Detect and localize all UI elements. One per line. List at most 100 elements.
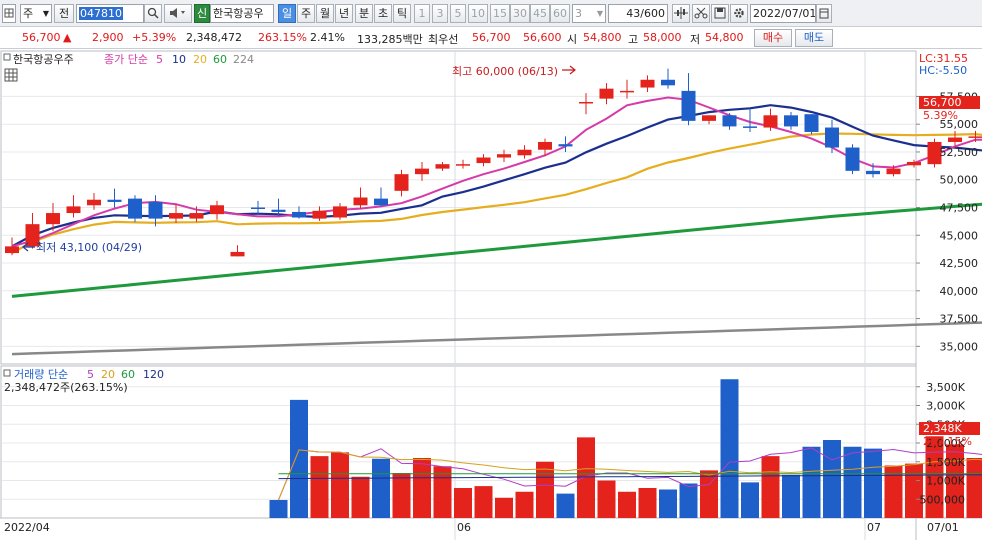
save-icon[interactable] (711, 4, 729, 23)
period-day-button[interactable]: 일 (278, 4, 296, 23)
grid-icon[interactable] (2, 4, 16, 23)
price-tick-label: 50,000 (940, 174, 979, 187)
candle-body (292, 211, 306, 218)
scissors-icon[interactable] (692, 4, 710, 23)
date-tick-label: 06 (457, 521, 471, 534)
price-change: 2,900 (92, 31, 124, 44)
low-label: 저 (690, 33, 701, 46)
stock-code-input[interactable]: 047810 (76, 4, 144, 23)
volume-bar (351, 476, 370, 518)
sell-button[interactable]: 매도 (795, 29, 833, 47)
period-second-button[interactable]: 초 (374, 4, 392, 23)
panel-menu-icon[interactable] (3, 53, 11, 61)
candle-body (230, 251, 245, 257)
stock-code-value: 047810 (79, 7, 123, 20)
interval-1-button[interactable]: 1 (414, 4, 430, 23)
date-field[interactable]: 2022/07/01 (750, 4, 816, 23)
count-field[interactable]: 43/600 (608, 4, 668, 23)
prev-button[interactable]: 전 (54, 4, 74, 23)
chart-toolbar: 주 ▼ 전 047810 신 한국항공우 일 주 월 년 분 초 틱 1 3 5 … (0, 0, 982, 27)
volume-bar (679, 483, 698, 518)
candle-body (702, 115, 716, 121)
volume-pct-tag: 263.15% (923, 435, 972, 448)
crosshair-icon[interactable] (672, 4, 690, 23)
interval-3-button[interactable]: 3 (432, 4, 448, 23)
high-label: 고 (628, 33, 639, 46)
current-price: 56,700 (22, 31, 61, 44)
interval-45-button[interactable]: 45 (530, 4, 550, 23)
up-arrow-icon: ▲ (63, 31, 72, 44)
period-year-button[interactable]: 년 (335, 4, 353, 23)
volume-tick-label: 500,000 (920, 493, 966, 506)
candle-body (743, 126, 757, 128)
best-quote-label: 최우선 (428, 33, 459, 46)
high-marker: 최고 60,000 (06/13) (452, 65, 558, 78)
candle-body (456, 164, 470, 166)
interval-15-button[interactable]: 15 (490, 4, 510, 23)
volume-bar (782, 474, 800, 518)
calendar-grid-icon[interactable] (4, 68, 18, 82)
shin-badge: 신 (194, 4, 210, 23)
candle-body (517, 149, 532, 156)
volume-bar (413, 458, 431, 518)
gear-icon[interactable] (730, 4, 748, 23)
candle-body (210, 205, 224, 215)
candle-body (87, 199, 101, 206)
candle-body (435, 164, 450, 169)
ma5-legend: 5 (156, 53, 163, 66)
period-week-button[interactable]: 주 (297, 4, 315, 23)
price-legend-label: 종가 단순 (104, 53, 148, 66)
volume-bar (597, 480, 616, 518)
volume-bar (802, 446, 821, 518)
candle-body (968, 136, 982, 138)
search-icon[interactable] (144, 4, 162, 23)
candle-body (907, 161, 921, 166)
buy-button[interactable]: 매수 (754, 29, 792, 47)
volume-bar (269, 500, 288, 518)
volume-bar (495, 497, 513, 518)
volume-bar (372, 458, 390, 518)
volume-bar (536, 461, 554, 518)
period-month-button[interactable]: 월 (316, 4, 334, 23)
calendar-icon[interactable] (816, 4, 832, 23)
open-price: 54,800 (583, 31, 622, 44)
chart-area[interactable]: 57,50055,00052,50050,00047,50045,00042,5… (0, 50, 982, 540)
interval-select[interactable]: 3 ▼ (572, 4, 606, 23)
stock-chart[interactable]: 57,50055,00052,50050,00047,50045,00042,5… (0, 50, 982, 540)
price-tick-label: 42,500 (940, 257, 979, 270)
candle-body (825, 127, 839, 148)
volume-legend-label: 거래량 단순 (14, 368, 68, 381)
volume-bar (618, 491, 636, 518)
candle-body (845, 147, 860, 171)
volume-bar (331, 452, 349, 518)
volume-panel-menu-icon[interactable] (3, 369, 11, 377)
price-tick-label: 47,500 (940, 202, 979, 215)
cursor-date-label: 07/01 (927, 521, 959, 534)
candle-body (189, 213, 204, 219)
candle-body (886, 168, 901, 175)
interval-60-button[interactable]: 60 (550, 4, 570, 23)
candle-body (46, 213, 60, 225)
candle-body (866, 170, 880, 175)
chevron-down-icon: ▼ (42, 9, 49, 18)
speaker-icon[interactable] (164, 4, 192, 23)
period-minute-button[interactable]: 분 (355, 4, 373, 23)
interval-30-button[interactable]: 30 (510, 4, 530, 23)
volume-bar (720, 379, 739, 518)
candle-body (722, 115, 737, 127)
chart-type-select[interactable]: 주 ▼ (20, 4, 52, 23)
candle-body (476, 157, 491, 164)
vol-ma5-legend: 5 (87, 368, 94, 381)
date-axis: 2022/04 06 07 (4, 521, 881, 534)
quote-bar: 56,700 ▲ 2,900 +5.39% 2,348,472 263.15% … (0, 27, 982, 49)
price-change-pct: +5.39% (132, 31, 177, 44)
vol-ma120-legend: 120 (143, 368, 164, 381)
interval-5-button[interactable]: 5 (450, 4, 466, 23)
price-tick-label: 37,500 (940, 313, 979, 326)
candle-body (353, 197, 368, 206)
trade-amount: 133,285백만 (357, 33, 423, 46)
volume-bar (515, 491, 534, 518)
price-tick-label: 52,500 (940, 146, 979, 159)
period-tick-button[interactable]: 틱 (393, 4, 411, 23)
interval-10-button[interactable]: 10 (468, 4, 488, 23)
